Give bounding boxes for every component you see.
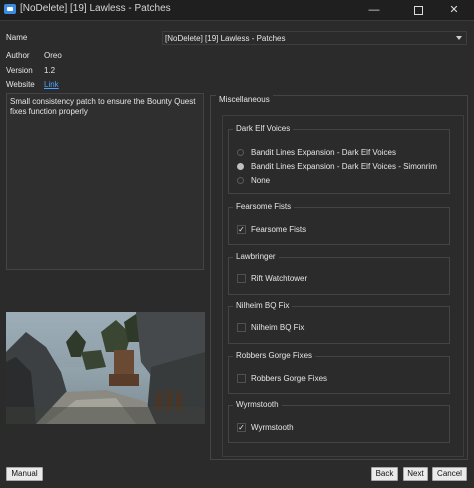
name-dropdown[interactable]: [NoDelete] [19] Lawless - Patches [162, 31, 467, 45]
name-label: Name [6, 33, 28, 42]
chevron-down-icon [456, 36, 462, 40]
option-label: Fearsome Fists [251, 225, 307, 234]
back-button[interactable]: Back [371, 467, 398, 481]
group-title-wyrmstooth: Wyrmstooth [233, 400, 282, 409]
preview-image [6, 312, 205, 424]
group-title-lawbringer: Lawbringer [233, 252, 279, 261]
minimize-icon: — [368, 4, 380, 16]
group-title-fearsome-fists: Fearsome Fists [233, 202, 295, 211]
version-value: 1.2 [44, 66, 56, 75]
version-label: Version [6, 66, 33, 75]
website-link[interactable]: Link [44, 80, 59, 89]
author-value: Oreo [44, 51, 62, 60]
checkbox[interactable] [237, 374, 246, 383]
checkbox-checked[interactable]: ✓ [237, 225, 246, 234]
title-bar: [NoDelete] [19] Lawless - Patches — ✕ [0, 0, 474, 21]
checkbox-checked[interactable]: ✓ [237, 423, 246, 432]
group-title-robbers-gorge-fixes: Robbers Gorge Fixes [233, 351, 316, 360]
next-button[interactable]: Next [403, 467, 428, 481]
maximize-button[interactable] [398, 0, 438, 20]
option-label: Bandit Lines Expansion - Dark Elf Voices [251, 148, 396, 157]
close-icon: ✕ [449, 4, 459, 16]
group-title-nilheim-bq-fix: Nilheim BQ Fix [233, 301, 293, 310]
option-label: None [251, 176, 271, 185]
checkbox[interactable] [237, 323, 246, 332]
option-label: Rift Watchtower [251, 274, 308, 283]
option-label: Robbers Gorge Fixes [251, 374, 328, 383]
minimize-button[interactable]: — [354, 0, 394, 20]
option-label: Wyrmstooth [251, 423, 294, 432]
manual-button[interactable]: Manual [6, 467, 43, 481]
radio-button[interactable] [237, 149, 244, 156]
close-button[interactable]: ✕ [434, 0, 474, 20]
checkbox[interactable] [237, 274, 246, 283]
miscellaneous-title: Miscellaneous [216, 95, 273, 104]
group-title-dark-elf-voices: Dark Elf Voices [233, 124, 294, 133]
website-label: Website [6, 80, 35, 89]
app-icon [4, 4, 16, 14]
description-box: Small consistency patch to ensure the Bo… [6, 93, 204, 270]
radio-button[interactable] [237, 177, 244, 184]
window-title: [NoDelete] [19] Lawless - Patches [20, 3, 171, 14]
cancel-button[interactable]: Cancel [432, 467, 467, 481]
radio-button-selected[interactable] [237, 163, 244, 170]
name-dropdown-value: [NoDelete] [19] Lawless - Patches [165, 34, 286, 43]
option-label: Nilheim BQ Fix [251, 323, 305, 332]
option-label: Bandit Lines Expansion - Dark Elf Voices… [251, 162, 437, 171]
author-label: Author [6, 51, 30, 60]
maximize-icon [413, 5, 423, 15]
